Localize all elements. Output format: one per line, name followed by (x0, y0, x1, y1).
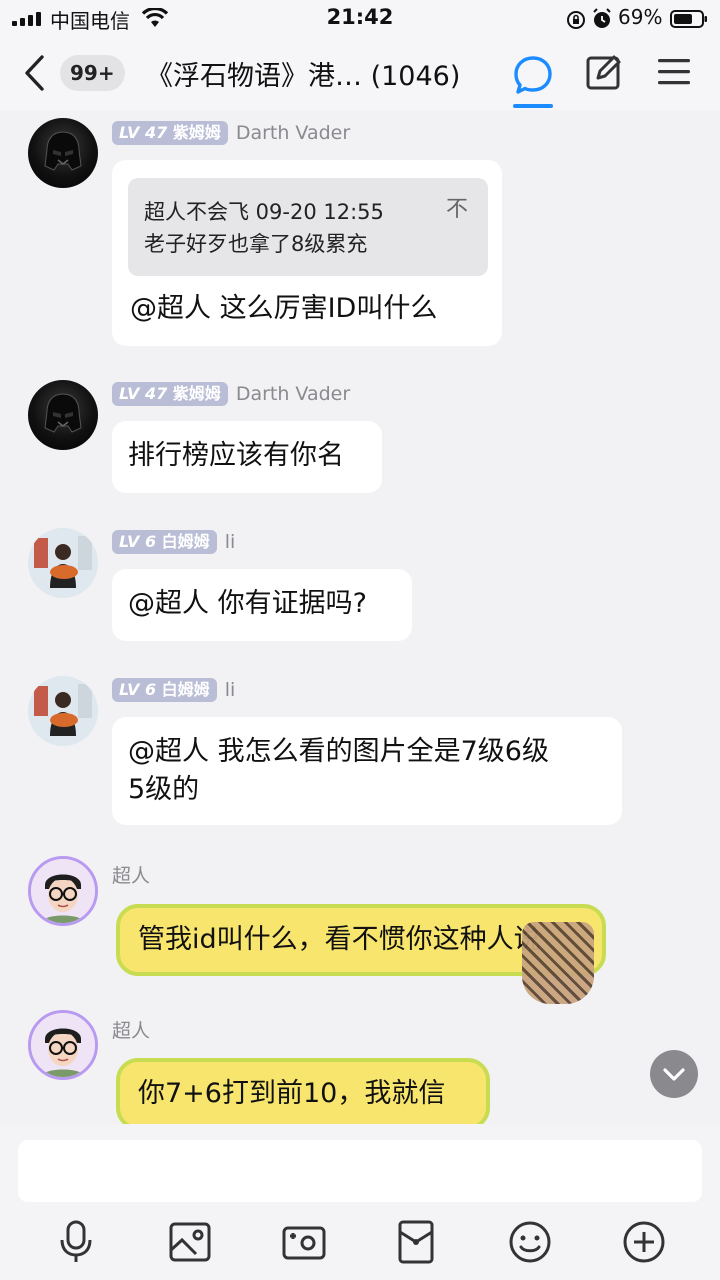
level-prefix: LV (119, 384, 140, 403)
message-text: @超人 这么厉害ID叫什么 (130, 293, 438, 324)
sender-meta: LV 47 紫姆姆 Darth Vader (112, 381, 350, 407)
message-list[interactable]: LV 47 紫姆姆 Darth Vader 超人不会飞 09-20 12:55 … (0, 110, 720, 1124)
microphone-icon[interactable] (52, 1218, 100, 1266)
sender-name[interactable]: 超人 (112, 1016, 150, 1043)
quote-author-time: 超人不会飞 09-20 12:55 (144, 200, 384, 224)
scroll-to-bottom-button[interactable] (650, 1050, 698, 1098)
level-prefix: LV (119, 532, 140, 551)
message-text: 你7+6打到前10，我就信 (138, 1078, 446, 1109)
composer (0, 1124, 720, 1280)
sender-meta: 超人 (112, 1016, 150, 1042)
quote-pin-glyph: 不 (445, 197, 468, 222)
sender-name[interactable]: 超人 (112, 861, 150, 888)
sender-name[interactable]: Darth Vader (236, 122, 350, 144)
level-number: 47 (144, 123, 168, 142)
message-bubble[interactable]: @超人 我怎么看的图片全是7级6级 5级的 (112, 717, 622, 825)
sender-meta: LV 47 紫姆姆 Darth Vader (112, 120, 350, 146)
level-badge: LV 47 紫姆姆 (112, 382, 228, 406)
chevron-down-icon (663, 1068, 685, 1081)
avatar[interactable] (28, 676, 98, 746)
darth-vader-avatar-icon (44, 393, 82, 433)
chat-icon[interactable] (512, 54, 554, 96)
person-avatar-icon (28, 528, 98, 598)
plus-icon[interactable] (620, 1218, 668, 1266)
avatar[interactable] (28, 856, 98, 926)
level-badge: LV 6 白姆姆 (112, 530, 217, 554)
avatar[interactable] (28, 1010, 98, 1080)
level-number: 6 (144, 532, 157, 551)
red-packet-icon[interactable] (392, 1218, 440, 1266)
edit-icon[interactable] (586, 54, 622, 90)
level-badge: LV 47 紫姆姆 (112, 121, 228, 145)
message-text: 管我id叫什么，看不惯你这种人说 (138, 924, 541, 955)
pixelated-sticker (522, 922, 594, 1004)
sender-name[interactable]: Darth Vader (236, 383, 350, 405)
level-rank: 紫姆姆 (172, 384, 221, 403)
sender-meta: LV 6 白姆姆 li (112, 529, 235, 555)
chat-header: 99+ 《浮石物语》港… (1046) (0, 36, 720, 110)
avatar[interactable] (28, 528, 98, 598)
sender-meta: LV 6 白姆姆 li (112, 677, 235, 703)
avatar[interactable] (28, 380, 98, 450)
person-with-glasses-avatar-icon (31, 859, 95, 923)
menu-icon[interactable] (658, 58, 690, 86)
level-badge: LV 6 白姆姆 (112, 678, 217, 702)
level-prefix: LV (119, 123, 140, 142)
message-bubble[interactable]: 超人不会飞 09-20 12:55 老子好歹也拿了8级累充 不 @超人 这么厉害… (112, 160, 502, 346)
clock-time: 21:42 (326, 5, 394, 29)
quote-text: 老子好歹也拿了8级累充 (144, 232, 368, 256)
message-text: @超人 你有证据吗? (128, 588, 367, 619)
status-bar: 中国电信 21:42 69% (0, 0, 720, 36)
image-icon[interactable] (166, 1218, 214, 1266)
level-number: 6 (144, 680, 157, 699)
message-text-line: @超人 我怎么看的图片全是7级6级 (128, 736, 549, 767)
sender-name[interactable]: li (225, 679, 236, 701)
sender-meta: 超人 (112, 861, 150, 887)
level-rank: 白姆姆 (161, 680, 210, 699)
active-tab-indicator (513, 104, 553, 108)
level-rank: 紫姆姆 (172, 123, 221, 142)
alarm-icon (593, 8, 611, 28)
camera-icon[interactable] (280, 1218, 328, 1266)
message-input[interactable] (18, 1140, 702, 1202)
battery-percent: 69% (618, 5, 663, 29)
unread-count-badge[interactable]: 99+ (60, 55, 125, 91)
battery-icon (670, 10, 707, 28)
back-icon[interactable] (22, 54, 48, 92)
rotation-lock-icon (567, 11, 585, 29)
darth-vader-avatar-icon (44, 131, 82, 171)
quoted-message[interactable]: 超人不会飞 09-20 12:55 老子好歹也拿了8级累充 不 (128, 178, 488, 276)
message-bubble[interactable]: 你7+6打到前10，我就信 (116, 1058, 490, 1124)
person-with-glasses-avatar-icon (31, 1013, 95, 1077)
message-bubble[interactable]: @超人 你有证据吗? (112, 569, 412, 641)
level-number: 47 (144, 384, 168, 403)
level-prefix: LV (119, 680, 140, 699)
sender-name[interactable]: li (225, 531, 236, 553)
person-avatar-icon (28, 676, 98, 746)
emoji-icon[interactable] (506, 1218, 554, 1266)
message-text: 排行榜应该有你名 (128, 440, 344, 471)
message-text-line: 5级的 (128, 774, 200, 805)
level-rank: 白姆姆 (161, 532, 210, 551)
avatar[interactable] (28, 118, 98, 188)
group-title: 《浮石物语》港… (1046) (146, 61, 461, 92)
message-bubble[interactable]: 排行榜应该有你名 (112, 421, 382, 493)
